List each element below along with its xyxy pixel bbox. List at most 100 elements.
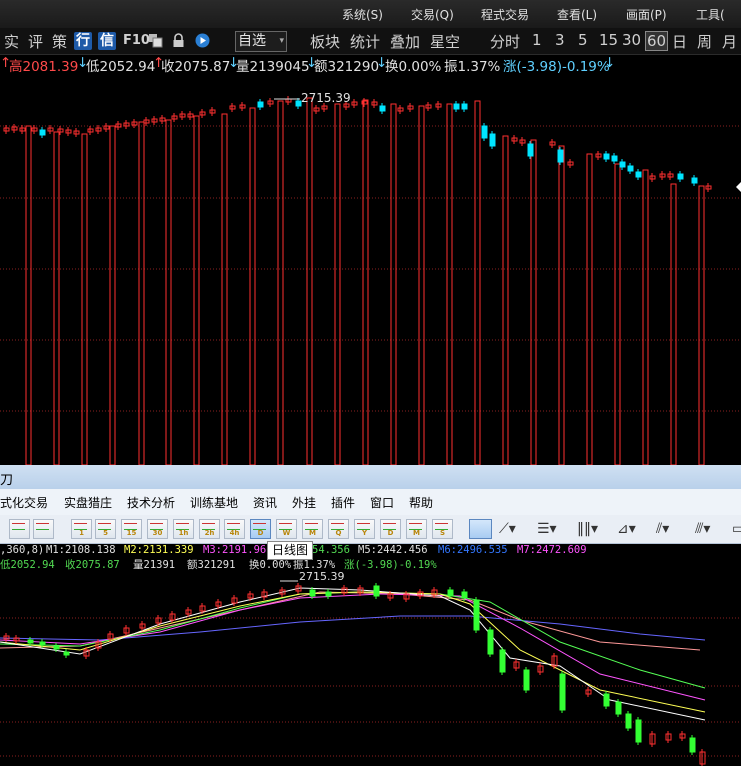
menu-screen[interactable]: 画面(P): [626, 6, 667, 23]
menu-technical-analysis[interactable]: 技术分析: [127, 494, 175, 511]
rectangle-icon[interactable]: ▭: [732, 521, 741, 537]
tb-review[interactable]: 评: [28, 31, 43, 52]
period-week-button[interactable]: W: [276, 519, 297, 539]
menu-program-trading[interactable]: 程式交易: [481, 6, 529, 23]
candle-body: [373, 585, 380, 597]
max-price-label: 2715.39: [299, 570, 345, 583]
watchlist-dropdown[interactable]: 自选 ▾: [235, 31, 287, 52]
tb-statistics[interactable]: 统计: [350, 31, 380, 52]
period-3[interactable]: 3: [555, 31, 565, 49]
period-30min-button[interactable]: 30: [147, 519, 168, 539]
parallel-lines-icon[interactable]: ⫽▾: [656, 521, 669, 537]
period-quarter-button[interactable]: Q: [328, 519, 349, 539]
ma-m6: M6:2496.535: [438, 544, 508, 556]
period-intraday[interactable]: 分时: [490, 31, 520, 52]
period-30[interactable]: 30: [622, 31, 641, 49]
candle-body: [63, 651, 70, 656]
bottom-menubar: 式化交易 实盘猎庄 技术分析 训练基地 资讯 外挂 插件 窗口 帮助: [0, 489, 741, 516]
period-year-button[interactable]: Y: [354, 519, 375, 539]
menu-program-trading-2[interactable]: 式化交易: [0, 494, 48, 511]
trendline-icon[interactable]: ⟋▾: [499, 521, 516, 537]
period-1h-button[interactable]: 1h: [173, 519, 194, 539]
candle-body: [611, 155, 618, 162]
candle-body: [627, 165, 634, 172]
ma-values-line: ,360,8) M1:2108.138 M2:2131.339 M3:2191.…: [0, 544, 741, 558]
period-day[interactable]: 日: [672, 31, 687, 52]
candle-body: [481, 125, 488, 139]
candle-body: [39, 641, 46, 646]
tb-sector[interactable]: 板块: [310, 31, 340, 52]
menu-plugin-ext[interactable]: 外挂: [292, 494, 316, 511]
candle-body: [39, 129, 46, 136]
candle-body: [635, 719, 642, 743]
period-day-button[interactable]: D: [250, 519, 271, 539]
tb-overlay[interactable]: 叠加: [390, 31, 420, 52]
tb-realtime[interactable]: 实: [4, 31, 19, 52]
tb-info-badge[interactable]: 信: [98, 32, 116, 50]
period-15[interactable]: 15: [599, 31, 618, 49]
menu-training[interactable]: 训练基地: [190, 494, 238, 511]
fibonacci-icon[interactable]: ☰▾: [537, 521, 557, 537]
chart-type-icon[interactable]: [9, 519, 30, 539]
period-5[interactable]: 5: [578, 31, 588, 49]
channel-icon[interactable]: ⫻▾: [695, 521, 710, 537]
chart-type-icon-2[interactable]: [33, 519, 54, 539]
period-15min-button[interactable]: 15: [121, 519, 142, 539]
tooltip-daily-chart: 日线图: [267, 541, 314, 560]
period-multimin-button[interactable]: M: [406, 519, 427, 539]
window-titlebar[interactable]: 刀: [0, 465, 741, 490]
chevron-down-icon: ▾: [279, 36, 284, 46]
top-candlestick-chart[interactable]: 2715.39: [0, 74, 741, 465]
windows-icon[interactable]: [148, 33, 163, 48]
ma-m5: M5:2442.456: [358, 544, 428, 556]
period-5min-button[interactable]: 5: [95, 519, 116, 539]
tb-starry[interactable]: 星空: [430, 31, 460, 52]
cycle-lines-icon[interactable]: ‖‖▾: [577, 521, 598, 537]
period-seconds-button[interactable]: S: [432, 519, 453, 539]
menu-view[interactable]: 查看(L): [557, 6, 597, 23]
window-title: 刀: [0, 473, 14, 488]
play-icon[interactable]: [195, 33, 210, 48]
bottom-candlestick-chart[interactable]: 2715.39: [0, 570, 741, 766]
draw-tool-icon[interactable]: [469, 519, 492, 539]
period-month-button[interactable]: M: [302, 519, 323, 539]
moving-average-line: [0, 615, 706, 641]
period-60-selected[interactable]: 60: [645, 31, 669, 51]
ma-m7: M7:2472.609: [517, 544, 587, 556]
volume-bar: [53, 131, 60, 465]
lock-icon[interactable]: [171, 33, 186, 48]
menu-trade[interactable]: 交易(Q): [411, 6, 454, 23]
menu-help[interactable]: 帮助: [409, 494, 433, 511]
menu-news[interactable]: 资讯: [253, 494, 277, 511]
candle-body: [27, 639, 34, 644]
stat-low: 低2052.94: [86, 59, 156, 75]
period-1min-button[interactable]: 1: [71, 519, 92, 539]
volume-bar: [81, 133, 88, 465]
tb-strategy[interactable]: 策: [52, 31, 67, 52]
volume-bar: [642, 169, 649, 465]
moving-average-line: [0, 593, 706, 701]
tb-f10[interactable]: F10: [123, 33, 150, 48]
menu-live-hunt[interactable]: 实盘猎庄: [64, 494, 112, 511]
tb-quotes-badge[interactable]: 行: [74, 32, 92, 50]
fan-lines-icon[interactable]: ⊿▾: [617, 521, 636, 537]
period-1[interactable]: 1: [532, 31, 542, 49]
volume-bar: [25, 125, 32, 465]
menu-tools[interactable]: 工具(: [696, 6, 725, 23]
stat-high: 高2081.39: [9, 59, 79, 75]
period-4h-button[interactable]: 4h: [224, 519, 245, 539]
period-multiday-button[interactable]: D: [380, 519, 401, 539]
volume-bar: [138, 121, 145, 465]
candle-body: [461, 103, 468, 110]
menu-window[interactable]: 窗口: [370, 494, 394, 511]
menu-system[interactable]: 系统(S): [342, 6, 383, 23]
period-2h-button[interactable]: 2h: [199, 519, 220, 539]
chg-arrow: ↓: [604, 55, 616, 71]
ma-m1: M1:2108.138: [46, 544, 116, 556]
period-week[interactable]: 周: [697, 31, 712, 52]
volume-bar: [502, 135, 509, 465]
moving-average-line: [0, 587, 706, 721]
bottom-quote-stats: 低2052.94 收2075.87 量21391 额321291 换0.00% …: [0, 557, 741, 571]
period-month[interactable]: 月: [722, 31, 737, 52]
menu-addons[interactable]: 插件: [331, 494, 355, 511]
